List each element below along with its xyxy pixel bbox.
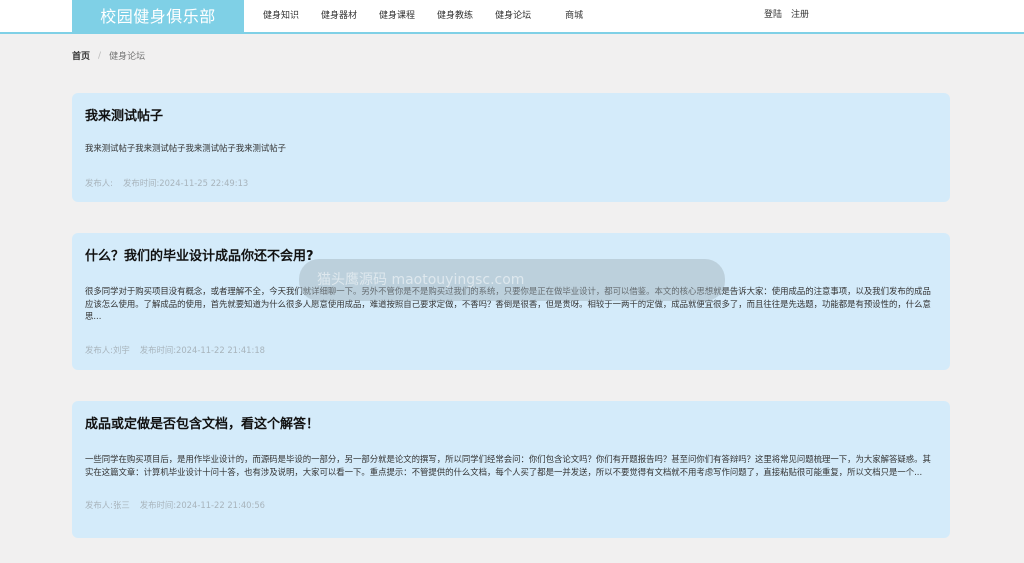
- nav-item-fitness-equipment[interactable]: 健身器材: [321, 0, 357, 34]
- nav-item-fitness-courses[interactable]: 健身课程: [379, 0, 415, 34]
- forum-post-card[interactable]: 成品或定做是否包含文档，看这个解答！ 一些同学在购买项目后，是用作毕业设计的，而…: [72, 401, 950, 538]
- forum-post-card[interactable]: 我来测试帖子 我来测试帖子我来测试帖子我来测试帖子我来测试帖子 发布人: 发布时…: [72, 93, 950, 202]
- forum-post-card[interactable]: 什么？我们的毕业设计成品你还不会用? 很多同学对于购买项目没有概念，或者理解不全…: [72, 233, 950, 370]
- site-logo-title[interactable]: 校园健身俱乐部: [72, 0, 244, 34]
- post-author: 发布人:: [85, 177, 113, 188]
- main-nav: 健身知识 健身器材 健身课程 健身教练 健身论坛 商城: [263, 0, 605, 34]
- post-meta: 发布人:张三 发布时间:2024-11-22 21:40:56: [85, 499, 937, 511]
- post-author: 发布人:刘宇: [85, 344, 130, 355]
- register-link[interactable]: 注册: [791, 0, 809, 34]
- post-meta: 发布人: 发布时间:2024-11-25 22:49:13: [85, 177, 937, 189]
- breadcrumb-separator: /: [98, 50, 102, 61]
- post-author: 发布人:张三: [85, 500, 130, 510]
- nav-item-fitness-forum[interactable]: 健身论坛: [495, 0, 531, 34]
- site-watermark: 猫头鹰源码 maotouyingsc.com: [299, 259, 725, 301]
- post-time: 发布时间:2024-11-22 21:41:18: [139, 344, 265, 355]
- breadcrumb-home[interactable]: 首页: [72, 49, 90, 62]
- breadcrumb: 首页 / 健身论坛: [72, 49, 146, 63]
- post-time: 发布时间:2024-11-22 21:40:56: [139, 500, 265, 510]
- auth-links: 登陆 注册: [764, 0, 818, 34]
- post-excerpt: 我来测试帖子我来测试帖子我来测试帖子我来测试帖子: [85, 143, 286, 153]
- login-link[interactable]: 登陆: [764, 0, 782, 34]
- post-title[interactable]: 我来测试帖子: [85, 109, 937, 125]
- nav-item-fitness-coaches[interactable]: 健身教练: [437, 0, 473, 34]
- post-excerpt: 一些同学在购买项目后，是用作毕业设计的，而源码是毕设的一部分，另一部分就是论文的…: [85, 454, 931, 477]
- nav-item-fitness-knowledge[interactable]: 健身知识: [263, 0, 299, 34]
- post-title[interactable]: 成品或定做是否包含文档，看这个解答！: [85, 417, 937, 433]
- top-navbar: 校园健身俱乐部 健身知识 健身器材 健身课程 健身教练 健身论坛 商城 登陆 注…: [0, 0, 1024, 34]
- breadcrumb-current: 健身论坛: [109, 52, 146, 62]
- post-time: 发布时间:2024-11-25 22:49:13: [122, 177, 249, 188]
- post-meta: 发布人:刘宇 发布时间:2024-11-22 21:41:18: [85, 344, 937, 356]
- nav-item-shop[interactable]: 商城: [565, 0, 583, 34]
